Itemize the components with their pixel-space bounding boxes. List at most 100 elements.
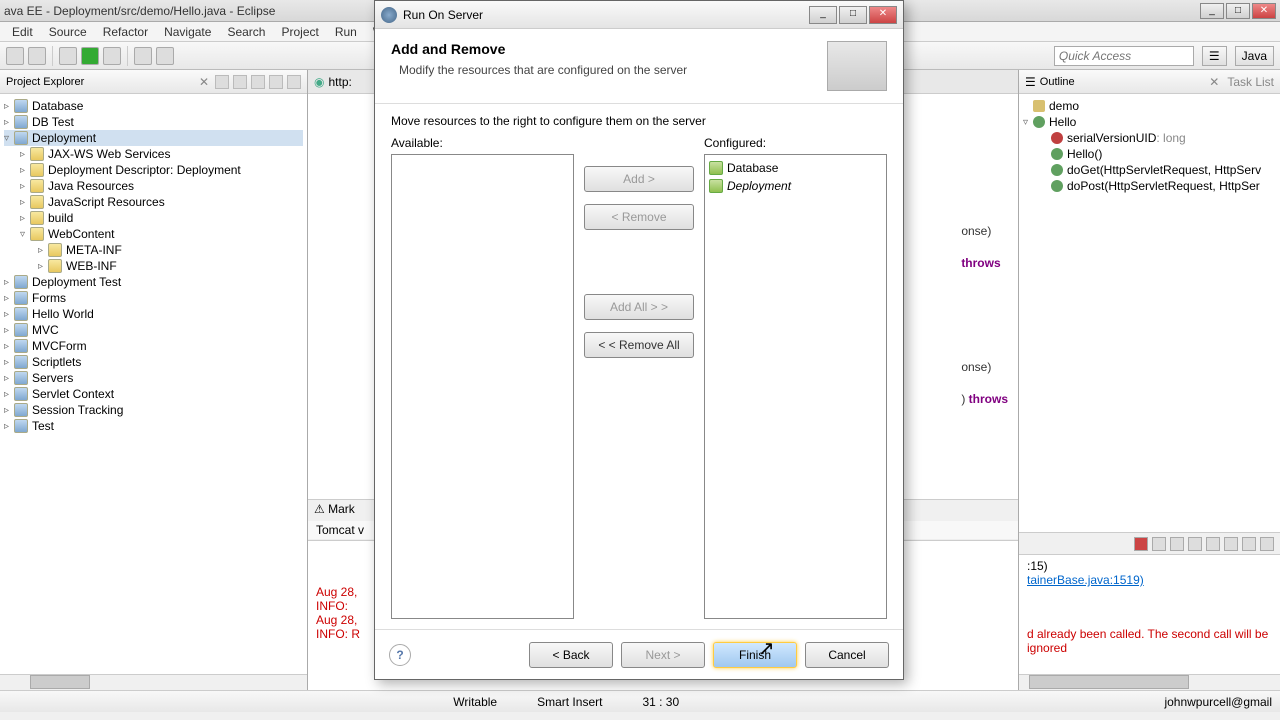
save-icon[interactable]: [6, 47, 24, 65]
perspective-java-ee[interactable]: ☰: [1202, 46, 1227, 66]
outline-item[interactable]: doGet(HttpServletRequest, HttpServ: [1023, 162, 1276, 178]
expand-icon[interactable]: ▹: [20, 165, 30, 176]
tree-item-database[interactable]: ▹Database: [4, 98, 303, 114]
maximize-view-icon[interactable]: [287, 75, 301, 89]
tree-item-deployment-descriptor-deployment[interactable]: ▹Deployment Descriptor: Deployment: [4, 162, 303, 178]
dialog-minimize-button[interactable]: _: [809, 6, 837, 24]
remove-button[interactable]: < Remove: [584, 204, 694, 230]
expand-icon[interactable]: ▹: [20, 149, 30, 160]
tree-item-web-inf[interactable]: ▹WEB-INF: [4, 258, 303, 274]
run-icon[interactable]: [81, 47, 99, 65]
menu-refactor[interactable]: Refactor: [95, 23, 156, 41]
terminate-icon[interactable]: [1134, 537, 1148, 551]
expand-icon[interactable]: ▹: [20, 181, 30, 192]
menu-project[interactable]: Project: [273, 23, 326, 41]
cancel-button[interactable]: Cancel: [805, 642, 889, 668]
tree-item-scriptlets[interactable]: ▹Scriptlets: [4, 354, 303, 370]
close-view-icon[interactable]: ✕: [1209, 75, 1219, 89]
display-console-icon[interactable]: [1242, 537, 1256, 551]
quick-access-input[interactable]: [1054, 46, 1194, 66]
minimize-view-icon[interactable]: [269, 75, 283, 89]
available-list[interactable]: [391, 154, 574, 619]
save-all-icon[interactable]: [28, 47, 46, 65]
expand-icon[interactable]: ▿: [20, 229, 30, 240]
remove-all-icon[interactable]: [1170, 537, 1184, 551]
expand-icon[interactable]: ▿: [1023, 117, 1033, 128]
run-last-icon[interactable]: [103, 47, 121, 65]
menu-search[interactable]: Search: [219, 23, 273, 41]
tree-item-test[interactable]: ▹Test: [4, 418, 303, 434]
tree-item-mvcform[interactable]: ▹MVCForm: [4, 338, 303, 354]
tree-item-hello-world[interactable]: ▹Hello World: [4, 306, 303, 322]
scrollbar-horizontal[interactable]: [0, 674, 307, 690]
tree-item-webcontent[interactable]: ▿WebContent: [4, 226, 303, 242]
console-link[interactable]: tainerBase.java:1519): [1027, 573, 1272, 587]
minimize-button[interactable]: _: [1200, 3, 1224, 19]
expand-icon[interactable]: ▹: [38, 261, 48, 272]
tasklist-tab[interactable]: Task List: [1227, 75, 1274, 89]
expand-icon[interactable]: ▹: [38, 245, 48, 256]
tree-item-javascript-resources[interactable]: ▹JavaScript Resources: [4, 194, 303, 210]
tree-item-jax-ws-web-services[interactable]: ▹JAX-WS Web Services: [4, 146, 303, 162]
expand-icon[interactable]: ▹: [4, 373, 14, 384]
open-console-icon[interactable]: [1260, 537, 1274, 551]
new-icon[interactable]: [134, 47, 152, 65]
editor-tab-url[interactable]: http:: [328, 75, 351, 89]
expand-icon[interactable]: ▹: [4, 341, 14, 352]
tree-item-mvc[interactable]: ▹MVC: [4, 322, 303, 338]
outline-item[interactable]: demo: [1023, 98, 1276, 114]
tree-item-servlet-context[interactable]: ▹Servlet Context: [4, 386, 303, 402]
menu-navigate[interactable]: Navigate: [156, 23, 219, 41]
outline-item[interactable]: ▿Hello: [1023, 114, 1276, 130]
menu-run[interactable]: Run: [327, 23, 365, 41]
perspective-java[interactable]: Java: [1235, 46, 1274, 66]
outline-item[interactable]: Hello(): [1023, 146, 1276, 162]
expand-icon[interactable]: ▹: [4, 325, 14, 336]
expand-icon[interactable]: ▿: [4, 133, 14, 144]
help-icon[interactable]: ?: [389, 644, 411, 666]
tree-item-db-test[interactable]: ▹DB Test: [4, 114, 303, 130]
tree-item-build[interactable]: ▹build: [4, 210, 303, 226]
expand-icon[interactable]: ▹: [4, 309, 14, 320]
tree-item-meta-inf[interactable]: ▹META-INF: [4, 242, 303, 258]
expand-icon[interactable]: ▹: [4, 117, 14, 128]
close-button[interactable]: ✕: [1252, 3, 1276, 19]
pin-console-icon[interactable]: [1224, 537, 1238, 551]
link-editor-icon[interactable]: [233, 75, 247, 89]
remove-launch-icon[interactable]: [1152, 537, 1166, 551]
expand-icon[interactable]: ▹: [4, 421, 14, 432]
finish-button[interactable]: Finish: [713, 642, 797, 668]
outline-tree[interactable]: demo▿HelloserialVersionUID: longHello()d…: [1019, 94, 1280, 198]
dialog-maximize-button[interactable]: □: [839, 6, 867, 24]
configured-item-database[interactable]: Database: [709, 159, 882, 177]
expand-icon[interactable]: ▹: [4, 277, 14, 288]
expand-icon[interactable]: ▹: [4, 357, 14, 368]
back-button[interactable]: < Back: [529, 642, 613, 668]
debug-icon[interactable]: [59, 47, 77, 65]
add-button[interactable]: Add >: [584, 166, 694, 192]
expand-icon[interactable]: ▹: [4, 101, 14, 112]
expand-icon[interactable]: ▹: [4, 389, 14, 400]
project-tree[interactable]: ▹Database▹DB Test▿Deployment▹JAX-WS Web …: [0, 94, 307, 674]
tree-item-session-tracking[interactable]: ▹Session Tracking: [4, 402, 303, 418]
expand-icon[interactable]: ▹: [20, 197, 30, 208]
maximize-button[interactable]: □: [1226, 3, 1250, 19]
dialog-titlebar[interactable]: Run On Server _ □ ✕: [375, 1, 903, 29]
next-button[interactable]: Next >: [621, 642, 705, 668]
view-menu-icon[interactable]: [251, 75, 265, 89]
tree-item-java-resources[interactable]: ▹Java Resources: [4, 178, 303, 194]
dialog-close-button[interactable]: ✕: [869, 6, 897, 24]
expand-icon[interactable]: ▹: [4, 405, 14, 416]
tree-item-deployment-test[interactable]: ▹Deployment Test: [4, 274, 303, 290]
collapse-all-icon[interactable]: [215, 75, 229, 89]
menu-edit[interactable]: Edit: [4, 23, 41, 41]
configured-list[interactable]: DatabaseDeployment: [704, 154, 887, 619]
scroll-lock-icon[interactable]: [1206, 537, 1220, 551]
menu-source[interactable]: Source: [41, 23, 95, 41]
remove-all-button[interactable]: < < Remove All: [584, 332, 694, 358]
expand-icon[interactable]: ▹: [4, 293, 14, 304]
expand-icon[interactable]: ▹: [20, 213, 30, 224]
stop-icon[interactable]: [156, 47, 174, 65]
tree-item-forms[interactable]: ▹Forms: [4, 290, 303, 306]
clear-console-icon[interactable]: [1188, 537, 1202, 551]
